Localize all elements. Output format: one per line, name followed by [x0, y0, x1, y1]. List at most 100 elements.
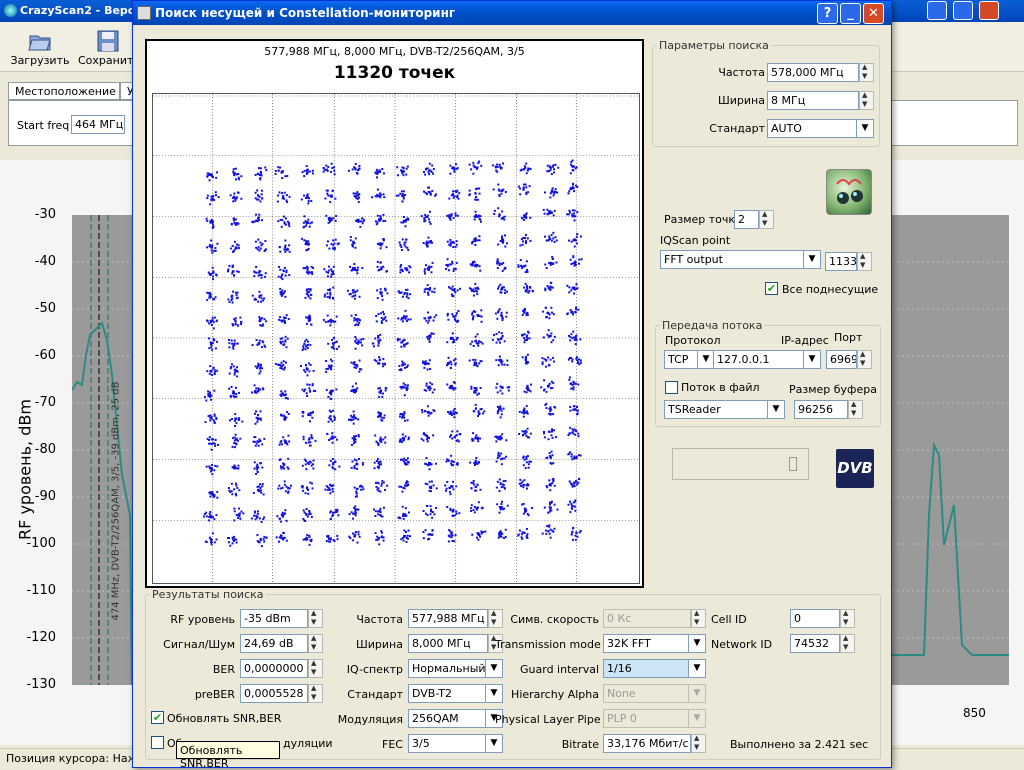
constellation-point	[529, 167, 532, 170]
search-width-input[interactable]: 8 МГц	[767, 91, 859, 110]
search-width-spinner[interactable]	[859, 91, 874, 110]
chevron-down-icon[interactable]: ▼	[804, 250, 821, 269]
chevron-down-icon[interactable]: ▼	[689, 634, 706, 653]
constellation-point	[378, 395, 381, 398]
chevron-down-icon[interactable]: ▼	[689, 659, 706, 678]
constellation-point	[335, 315, 338, 318]
constellation-point	[379, 436, 382, 439]
ber-field[interactable]: 0,0000000	[240, 659, 308, 678]
cellid-spinner[interactable]	[840, 609, 855, 628]
constellation-point	[381, 535, 384, 538]
constellation-point	[350, 511, 353, 514]
reader-select[interactable]: TSReader	[664, 400, 768, 419]
constellation-point	[432, 172, 435, 175]
main-minimize-button[interactable]	[927, 1, 947, 20]
search-freq-input[interactable]: 578,000 МГц	[767, 63, 859, 82]
constellation-point	[286, 174, 289, 177]
constellation-point	[351, 460, 354, 463]
save-button[interactable]: Сохранить	[78, 26, 140, 70]
app-logo[interactable]	[826, 169, 872, 215]
constellation-point	[402, 343, 405, 346]
search-freq-spinner[interactable]	[859, 63, 874, 82]
chevron-down-icon[interactable]: ▼	[857, 119, 874, 138]
update-mod-checkbox[interactable]	[151, 736, 164, 749]
start-freq-field[interactable]: 464 МГц	[71, 115, 125, 134]
guard-select[interactable]: 1/16	[603, 659, 689, 678]
constellation-point	[378, 460, 381, 463]
constellation-point	[480, 530, 483, 533]
constellation-point	[506, 359, 509, 362]
constellation-point	[451, 534, 454, 537]
port-input[interactable]: 6969	[826, 350, 857, 369]
constellation-point	[499, 482, 502, 485]
modulation-select[interactable]: 256QAM	[408, 709, 486, 728]
load-button[interactable]: Загрузить	[10, 26, 70, 70]
ip-select[interactable]: 127.0.0.1	[713, 350, 804, 369]
protocol-select[interactable]: TCP	[664, 350, 698, 369]
constellation-point	[382, 539, 385, 542]
update-snr-checkbox[interactable]: ✔	[151, 711, 164, 724]
iqscan-select[interactable]: FFT output	[660, 250, 804, 269]
iqscan-number-input[interactable]: 1133	[825, 252, 857, 271]
constellation-point	[237, 391, 240, 394]
constellation-point	[357, 339, 360, 342]
chevron-down-icon[interactable]: ▼	[804, 350, 821, 369]
minimize-button[interactable]: _	[840, 3, 861, 24]
res-std-select[interactable]: DVB-T2	[408, 684, 486, 703]
chevron-down-icon[interactable]: ▼	[689, 709, 706, 728]
hierarchy-select[interactable]: None	[603, 684, 689, 703]
all-subcarriers-checkbox[interactable]: ✔	[765, 282, 778, 295]
constellation-point	[335, 508, 338, 511]
constellation-point	[504, 245, 507, 248]
tab-location[interactable]: Местоположение	[8, 82, 120, 100]
constellation-point	[478, 340, 481, 343]
help-button[interactable]: ?	[817, 3, 838, 24]
buffer-size-input[interactable]: 96256	[794, 400, 848, 419]
port-spinner[interactable]	[857, 350, 872, 369]
constellation-point	[329, 358, 332, 361]
rf-level-field[interactable]: -35 dBm	[240, 609, 308, 628]
chevron-down-icon[interactable]: ▼	[768, 400, 785, 419]
constellation-point	[384, 441, 387, 444]
point-size-spinner[interactable]	[759, 210, 774, 229]
cellid-field[interactable]: 0	[790, 609, 840, 628]
symrate-field[interactable]: 0 Кс	[603, 609, 691, 628]
main-maximize-button[interactable]	[953, 1, 973, 20]
bitrate-spinner[interactable]	[691, 734, 706, 753]
plp-select[interactable]: PLP 0	[603, 709, 689, 728]
constellation-point	[477, 198, 480, 201]
snr-field[interactable]: 24,69 dB	[240, 634, 308, 653]
constellation-point	[454, 212, 457, 215]
constellation-point	[287, 457, 290, 460]
fec-select[interactable]: 3/5	[408, 734, 486, 753]
stream-to-file-checkbox[interactable]	[665, 381, 678, 394]
chevron-down-icon[interactable]: ▼	[689, 684, 706, 703]
search-std-select[interactable]: AUTO	[767, 119, 857, 138]
constellation-point	[574, 335, 577, 338]
close-button[interactable]: ✕	[863, 3, 884, 24]
netid-spinner[interactable]	[840, 634, 855, 653]
res-width-field[interactable]: 8,000 МГц	[408, 634, 488, 653]
constellation-point	[572, 313, 575, 316]
constellation-point	[234, 323, 237, 326]
bitrate-field[interactable]: 33,176 Мбит/с	[603, 734, 691, 753]
buffer-size-spinner[interactable]	[848, 400, 863, 419]
tmode-select[interactable]: 32K FFT	[603, 634, 689, 653]
constellation-point	[451, 337, 454, 340]
netid-field[interactable]: 74532	[790, 634, 840, 653]
main-close-button[interactable]	[979, 1, 999, 20]
constellation-point	[452, 241, 455, 244]
constellation-plot[interactable]	[152, 93, 640, 584]
point-size-input[interactable]: 2	[734, 210, 759, 229]
symrate-spinner[interactable]	[691, 609, 706, 628]
constellation-point	[310, 434, 313, 437]
preber-field[interactable]: 0,0005528	[240, 684, 308, 703]
res-freq-field[interactable]: 577,988 МГц	[408, 609, 488, 628]
iqscan-number-spinner[interactable]	[857, 252, 872, 271]
constellation-point	[523, 265, 526, 268]
constellation-point	[447, 356, 450, 359]
constellation-point	[545, 365, 548, 368]
iq-spectrum-select[interactable]: Нормальный	[408, 659, 486, 678]
constellation-point	[379, 215, 382, 218]
dialog-titlebar[interactable]: Поиск несущей и Constellation-мониторинг…	[133, 1, 891, 25]
